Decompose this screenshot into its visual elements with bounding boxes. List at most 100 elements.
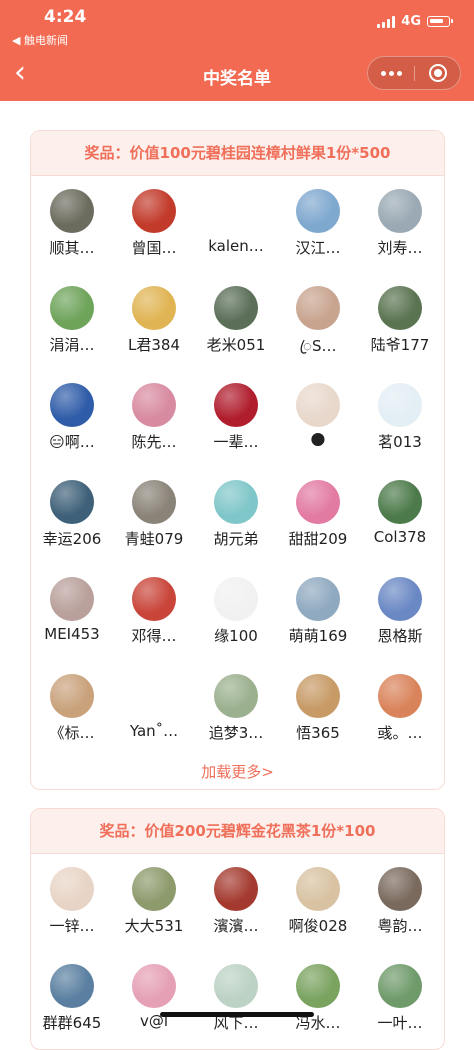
avatar bbox=[132, 964, 176, 1008]
status-icons: 4G bbox=[377, 14, 453, 29]
mini-program-capsule bbox=[367, 56, 461, 90]
home-indicator[interactable] bbox=[160, 1012, 314, 1017]
prize-title: 奖品：价值200元碧辉金花黑茶1份*100 bbox=[31, 809, 444, 854]
avatar bbox=[296, 189, 340, 233]
winner-name: 《标… bbox=[49, 724, 95, 742]
avatar bbox=[214, 480, 258, 524]
avatar bbox=[378, 480, 422, 524]
avatar bbox=[132, 577, 176, 621]
winner-name: MEI453 bbox=[44, 625, 100, 643]
top-bar: 4:24 ◀ 触电新闻 4G ‹ 中奖名单 bbox=[0, 0, 474, 101]
avatar bbox=[296, 964, 340, 1008]
avatar bbox=[132, 867, 176, 911]
winner-item: 😑啊… bbox=[31, 383, 113, 452]
winner-name: kalen… bbox=[208, 237, 264, 255]
winner-name: 刘寿… bbox=[377, 239, 423, 257]
winner-item: kalen… bbox=[195, 189, 277, 255]
winner-item: 群群645 bbox=[31, 964, 113, 1033]
winner-item: 幸运206 bbox=[31, 480, 113, 549]
winner-name: 一辈… bbox=[213, 433, 259, 451]
winner-item: L君384 bbox=[113, 286, 195, 355]
battery-icon bbox=[427, 16, 453, 27]
signal-icon bbox=[377, 15, 396, 28]
avatar bbox=[214, 674, 258, 718]
winner-name: 大大531 bbox=[124, 917, 184, 935]
winner-name: 群群645 bbox=[42, 1014, 102, 1032]
avatar bbox=[296, 383, 340, 427]
winner-name: L君384 bbox=[128, 336, 180, 354]
winner-name: 陈先… bbox=[131, 433, 177, 451]
avatar bbox=[378, 189, 422, 233]
winner-item: 萌萌169 bbox=[277, 577, 359, 646]
winner-name: 陆爷177 bbox=[370, 336, 430, 354]
winner-name: 彧。… bbox=[377, 724, 423, 742]
winner-item: ꦿS… bbox=[277, 286, 359, 365]
winner-item: 涓涓… bbox=[31, 286, 113, 355]
winner-item: 彧。… bbox=[359, 674, 441, 743]
winner-item: 邓得… bbox=[113, 577, 195, 646]
winner-item: 缘100 bbox=[195, 577, 277, 646]
winner-name: 缘100 bbox=[214, 627, 258, 645]
status-time: 4:24 bbox=[44, 7, 87, 27]
prize-title: 奖品：价值100元碧桂园连樟村鲜果1份*500 bbox=[31, 131, 444, 176]
winner-item: 啊俊028 bbox=[277, 867, 359, 936]
avatar bbox=[50, 286, 94, 330]
capsule-divider bbox=[414, 66, 415, 81]
avatar bbox=[296, 480, 340, 524]
winner-item: 茗013 bbox=[359, 383, 441, 452]
winner-item: 悟365 bbox=[277, 674, 359, 743]
winner-name: 甜甜209 bbox=[288, 530, 348, 548]
winner-name: 幸运206 bbox=[42, 530, 102, 548]
avatar bbox=[378, 674, 422, 718]
avatar bbox=[132, 480, 176, 524]
winner-name: 邓得… bbox=[131, 627, 177, 645]
winner-name: 茗013 bbox=[378, 433, 422, 451]
avatar bbox=[296, 674, 340, 718]
winner-item: 陆爷177 bbox=[359, 286, 441, 355]
winner-item: 一叶… bbox=[359, 964, 441, 1033]
winner-name: 一叶… bbox=[377, 1014, 423, 1032]
winner-name: 胡元弟 bbox=[213, 530, 259, 548]
load-more-button[interactable]: 加载更多> bbox=[31, 761, 444, 782]
close-mini-program-icon[interactable] bbox=[429, 64, 447, 82]
winner-name: 啊俊028 bbox=[288, 917, 348, 935]
avatar bbox=[296, 286, 340, 330]
winner-item: 顺其… bbox=[31, 189, 113, 258]
winner-name: Col378 bbox=[373, 528, 427, 546]
return-to-app-link[interactable]: ◀ 触电新闻 bbox=[12, 32, 68, 48]
winner-item: v@l bbox=[113, 964, 195, 1030]
winner-name: Yan˚… bbox=[129, 722, 179, 740]
avatar bbox=[378, 383, 422, 427]
winner-name: 🌑 bbox=[310, 431, 326, 449]
winner-item: 恩格斯 bbox=[359, 577, 441, 646]
winner-item: 粤韵… bbox=[359, 867, 441, 936]
avatar bbox=[214, 577, 258, 621]
winner-name: 追梦3… bbox=[208, 724, 264, 742]
avatar bbox=[132, 189, 176, 233]
more-menu-icon[interactable] bbox=[368, 57, 414, 89]
winner-name: 😑啊… bbox=[49, 433, 95, 451]
winner-name: 悟365 bbox=[296, 724, 340, 742]
winner-item: 大大531 bbox=[113, 867, 195, 936]
winner-name: 萌萌169 bbox=[288, 627, 348, 645]
avatar bbox=[296, 867, 340, 911]
avatar bbox=[50, 867, 94, 911]
winner-item: 汉江… bbox=[277, 189, 359, 258]
avatar bbox=[50, 189, 94, 233]
winner-item: 胡元弟 bbox=[195, 480, 277, 549]
winner-item: 青蛙079 bbox=[113, 480, 195, 549]
winner-item: 甜甜209 bbox=[277, 480, 359, 549]
winner-item: 冯水… bbox=[277, 964, 359, 1033]
avatar bbox=[132, 674, 176, 718]
winner-item: 《标… bbox=[31, 674, 113, 743]
winner-name: ꦿS… bbox=[299, 337, 337, 355]
avatar bbox=[214, 867, 258, 911]
winner-name: 顺其… bbox=[49, 239, 95, 257]
avatar bbox=[378, 577, 422, 621]
winner-name: 老米051 bbox=[206, 336, 266, 354]
winner-name: 一锌… bbox=[49, 917, 95, 935]
avatar bbox=[214, 964, 258, 1008]
avatar bbox=[132, 383, 176, 427]
avatar bbox=[50, 964, 94, 1008]
winner-name: 恩格斯 bbox=[377, 627, 423, 645]
